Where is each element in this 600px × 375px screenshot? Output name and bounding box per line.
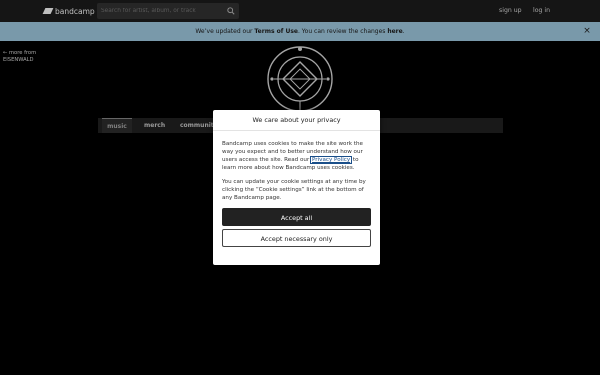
accept-necessary-only-button[interactable]: Accept necessary only: [222, 229, 371, 247]
dialog-body: Bandcamp uses cookies to make the site w…: [213, 131, 380, 202]
accept-all-button[interactable]: Accept all: [222, 208, 371, 226]
dialog-title: We care about your privacy: [213, 110, 380, 131]
cookie-info-paragraph: Bandcamp uses cookies to make the site w…: [222, 140, 371, 172]
cookie-settings-paragraph: You can update your cookie settings at a…: [222, 179, 366, 201]
page: bandcamp sign up log in We’ve updated ou…: [0, 0, 600, 375]
privacy-policy-link[interactable]: Privacy Policy: [310, 156, 353, 164]
cookie-consent-dialog: We care about your privacy Bandcamp uses…: [213, 110, 380, 265]
